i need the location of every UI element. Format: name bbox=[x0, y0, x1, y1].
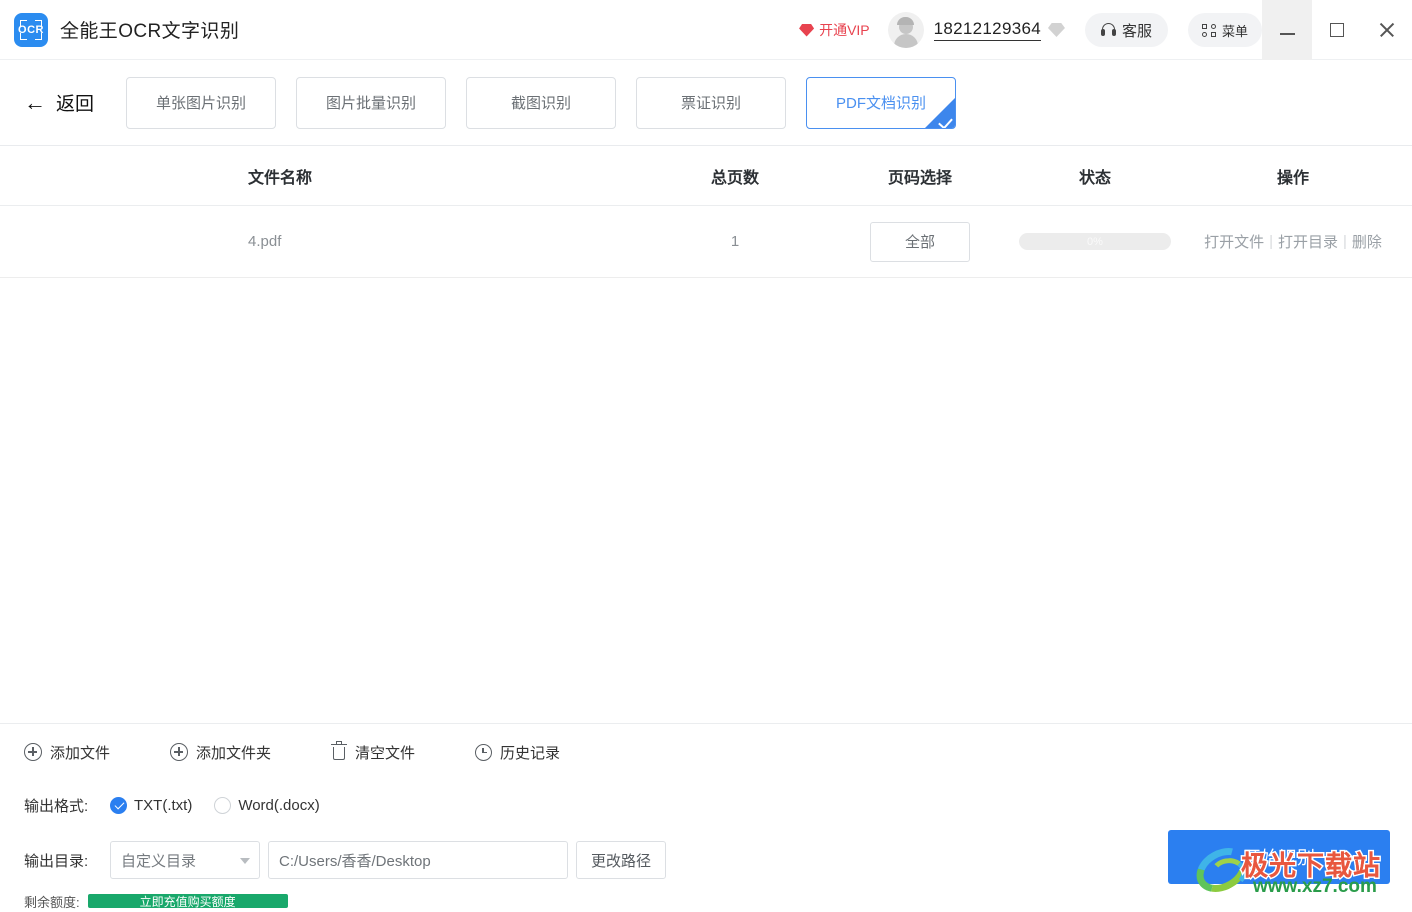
diamond-icon bbox=[799, 23, 815, 37]
start-recognition-button[interactable]: 开始识别 bbox=[1168, 830, 1390, 884]
delete-link[interactable]: 删除 bbox=[1352, 231, 1382, 252]
change-path-button[interactable]: 更改路径 bbox=[576, 841, 666, 879]
open-vip-button[interactable]: 开通VIP bbox=[799, 20, 870, 40]
column-header-page-select: 页码选择 bbox=[887, 169, 952, 187]
maximize-icon bbox=[1330, 23, 1344, 37]
bottom-panel: 添加文件 添加文件夹 清空文件 历史记录 输出格式: TXT(.txt) Wor… bbox=[0, 723, 1412, 912]
radio-checked-icon bbox=[110, 796, 127, 814]
app-title: 全能王OCR文字识别 bbox=[60, 21, 240, 42]
tab-batch-image[interactable]: 图片批量识别 bbox=[296, 76, 447, 129]
headset-icon bbox=[1100, 23, 1116, 37]
grid-menu-icon bbox=[1201, 23, 1216, 37]
app-logo-icon: OCR bbox=[14, 12, 48, 47]
chevron-down-icon bbox=[240, 858, 250, 864]
back-arrow-icon: ← bbox=[24, 89, 46, 115]
column-header-name: 文件名称 bbox=[248, 169, 313, 187]
clock-icon bbox=[475, 743, 493, 761]
tab-label: PDF文档识别 bbox=[836, 95, 927, 112]
trash-icon bbox=[331, 740, 348, 761]
tab-label: 图片批量识别 bbox=[326, 95, 417, 112]
file-table-header: 文件名称 总页数 页码选择 状态 操作 bbox=[0, 146, 1412, 206]
title-bar: OCR 全能王OCR文字识别 开通VIP 18212129364 客服 菜单 bbox=[0, 0, 1412, 60]
page-select-all-button[interactable]: 全部 bbox=[870, 221, 970, 262]
output-format-label: 输出格式: bbox=[24, 797, 89, 815]
history-label: 历史记录 bbox=[500, 744, 561, 762]
customer-service-label: 客服 bbox=[1121, 22, 1152, 40]
tab-label: 单张图片识别 bbox=[156, 95, 247, 112]
tab-label: 票证识别 bbox=[681, 95, 742, 112]
title-bar-right: 开通VIP 18212129364 客服 菜单 bbox=[799, 0, 1412, 60]
row-actions: 打开文件 | 打开目录 | 删除 bbox=[1204, 231, 1382, 252]
tab-label: 截图识别 bbox=[511, 95, 572, 112]
history-button[interactable]: 历史记录 bbox=[475, 742, 560, 763]
tab-pdf-document[interactable]: PDF文档识别 bbox=[806, 76, 957, 129]
back-button[interactable]: ← 返回 bbox=[24, 89, 94, 116]
quota-row: 剩余额度: 立即充值购买额度 bbox=[24, 890, 1388, 912]
output-dir-mode-value: 自定义目录 bbox=[121, 852, 197, 870]
mode-tab-bar: ← 返回 单张图片识别 图片批量识别 截图识别 票证识别 PDF文档识别 bbox=[0, 60, 1412, 146]
minimize-button[interactable] bbox=[1262, 0, 1312, 60]
recharge-quota-button[interactable]: 立即充值购买额度 bbox=[87, 894, 288, 909]
close-button[interactable] bbox=[1362, 0, 1412, 60]
radio-unchecked-icon bbox=[214, 796, 232, 814]
file-toolbar: 添加文件 添加文件夹 清空文件 历史记录 bbox=[24, 724, 1388, 780]
progress-bar: 0% bbox=[1019, 233, 1171, 250]
cell-file-name: 4.pdf bbox=[248, 233, 282, 250]
plus-circle-icon bbox=[24, 743, 42, 761]
output-path-value: C:/Users/香香/Desktop bbox=[279, 852, 431, 870]
close-icon bbox=[1378, 21, 1396, 39]
action-separator: | bbox=[1269, 233, 1273, 250]
clear-files-button[interactable]: 清空文件 bbox=[331, 740, 416, 763]
open-directory-link[interactable]: 打开目录 bbox=[1278, 231, 1338, 252]
quota-label: 剩余额度: bbox=[24, 894, 80, 910]
radio-txt-label: TXT(.txt) bbox=[134, 796, 193, 814]
column-header-actions: 操作 bbox=[1276, 169, 1309, 187]
output-dir-mode-select[interactable]: 自定义目录 bbox=[110, 841, 260, 879]
output-dir-label: 输出目录: bbox=[24, 852, 89, 870]
cell-status: 0% bbox=[1010, 233, 1180, 250]
cell-actions: 打开文件 | 打开目录 | 删除 bbox=[1180, 231, 1412, 252]
add-folder-label: 添加文件夹 bbox=[196, 744, 272, 762]
cell-page-select: 全部 bbox=[830, 221, 1010, 262]
radio-txt[interactable]: TXT(.txt) bbox=[110, 796, 193, 814]
customer-service-button[interactable]: 客服 bbox=[1084, 13, 1168, 47]
cell-total-pages: 1 bbox=[730, 233, 740, 250]
action-separator: | bbox=[1343, 233, 1347, 250]
plus-circle-icon bbox=[170, 743, 189, 761]
clear-files-label: 清空文件 bbox=[355, 744, 416, 762]
minimize-icon bbox=[1279, 33, 1295, 35]
output-format-row: 输出格式: TXT(.txt) Word(.docx) bbox=[24, 780, 1388, 830]
output-path-input[interactable]: C:/Users/香香/Desktop bbox=[268, 841, 568, 879]
add-file-button[interactable]: 添加文件 bbox=[24, 742, 110, 763]
open-file-link[interactable]: 打开文件 bbox=[1204, 231, 1264, 252]
add-folder-button[interactable]: 添加文件夹 bbox=[170, 742, 271, 763]
maximize-button[interactable] bbox=[1312, 0, 1362, 60]
tab-screenshot[interactable]: 截图识别 bbox=[466, 76, 617, 129]
tab-ticket[interactable]: 票证识别 bbox=[636, 76, 787, 129]
member-diamond-icon bbox=[1047, 23, 1065, 37]
menu-label: 菜单 bbox=[1221, 23, 1248, 39]
radio-word[interactable]: Word(.docx) bbox=[214, 796, 320, 814]
column-header-status: 状态 bbox=[1078, 169, 1111, 187]
back-label: 返回 bbox=[56, 94, 95, 115]
menu-button[interactable]: 菜单 bbox=[1187, 13, 1262, 47]
progress-label: 0% bbox=[1087, 235, 1103, 248]
avatar[interactable] bbox=[887, 12, 924, 48]
radio-word-label: Word(.docx) bbox=[238, 796, 320, 814]
table-row[interactable]: 4.pdf 1 全部 0% 打开文件 | 打开目录 | 删除 bbox=[0, 206, 1412, 278]
open-vip-label: 开通VIP bbox=[819, 22, 870, 38]
application-window: OCR 全能王OCR文字识别 开通VIP 18212129364 客服 菜单 ←… bbox=[0, 0, 1412, 912]
column-header-pages: 总页数 bbox=[710, 169, 759, 187]
add-file-label: 添加文件 bbox=[50, 744, 111, 762]
account-phone[interactable]: 18212129364 bbox=[933, 19, 1041, 41]
tab-single-image[interactable]: 单张图片识别 bbox=[126, 76, 277, 129]
